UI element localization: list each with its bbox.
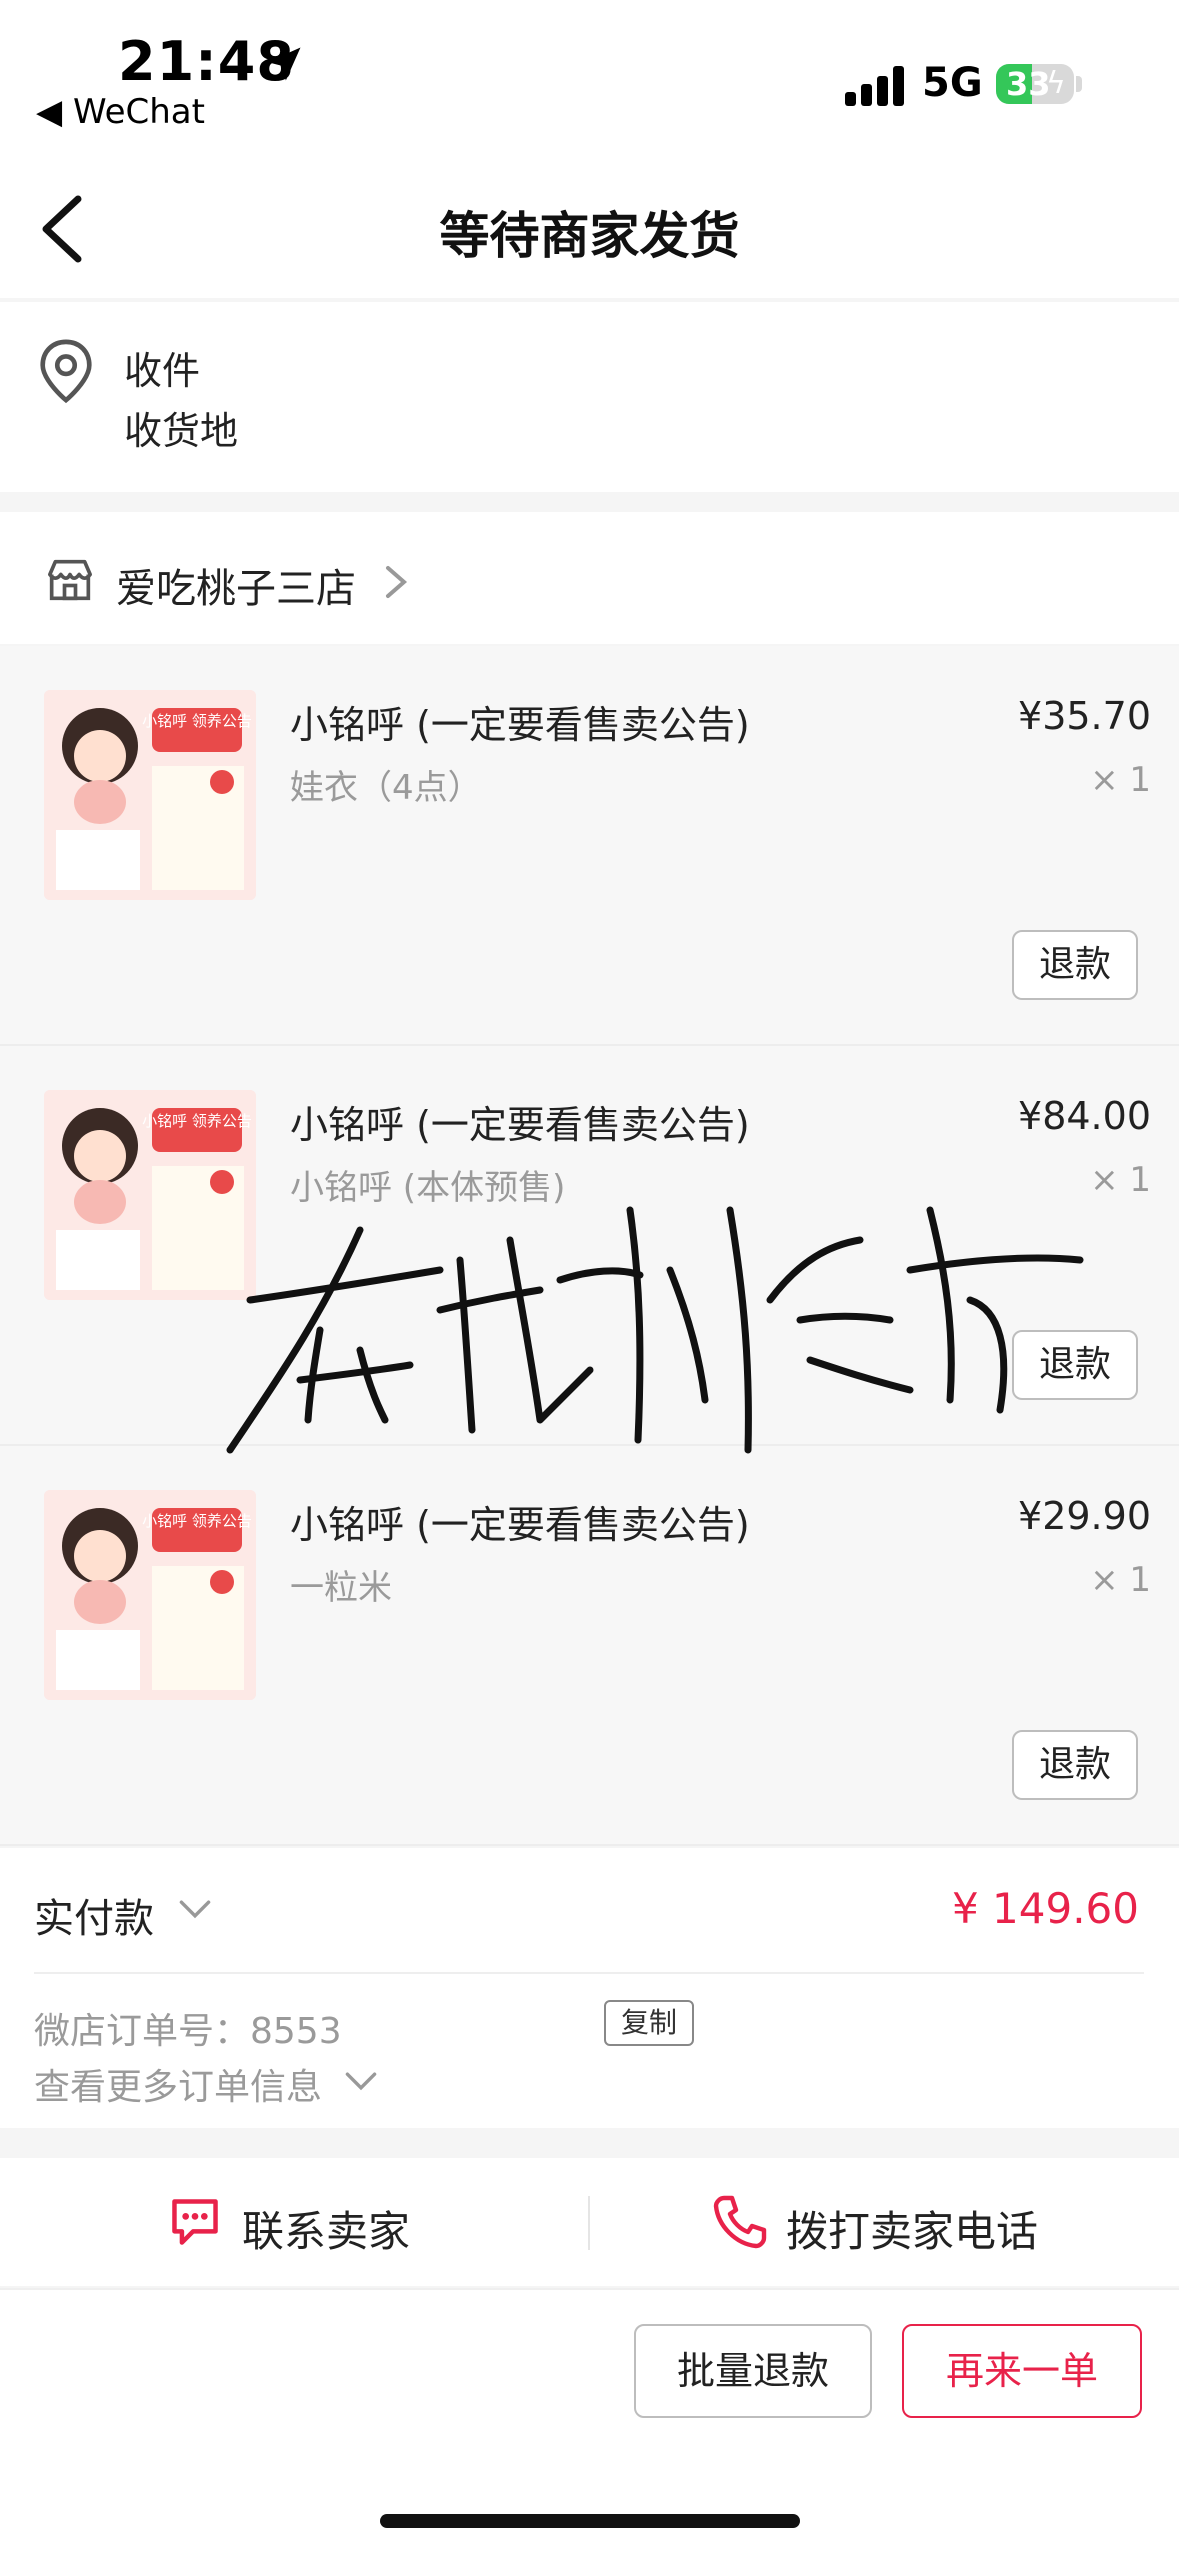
product-image: 小铭呼 领养公告 bbox=[44, 1490, 256, 1700]
product-title: 小铭呼 (一定要看售卖公告) bbox=[290, 1103, 750, 1147]
network-type: 5G bbox=[922, 60, 983, 106]
batch-refund-button[interactable]: 批量退款 bbox=[634, 2324, 872, 2418]
more-order-info-link[interactable]: 查看更多订单信息 bbox=[34, 2058, 322, 2110]
product-variant: 一粒米 bbox=[290, 1568, 392, 1608]
refund-button[interactable]: 退款 bbox=[1012, 930, 1138, 1000]
chevron-down-icon[interactable] bbox=[178, 1898, 212, 1920]
battery-percent: 33 bbox=[1006, 65, 1051, 103]
product-variant: 小铭呼 (本体预售) bbox=[290, 1168, 566, 1208]
store-icon bbox=[48, 559, 92, 601]
map-pin-icon bbox=[40, 339, 92, 404]
chevron-right-icon bbox=[386, 566, 408, 598]
product-image: 小铭呼 领养公告 bbox=[44, 690, 256, 900]
product-quantity: × 1 bbox=[1090, 760, 1151, 800]
cellular-signal-icon bbox=[845, 66, 907, 106]
product-price: ¥29.90 bbox=[1018, 1494, 1151, 1538]
address-card[interactable] bbox=[0, 302, 1179, 492]
chevron-down-icon[interactable] bbox=[344, 2070, 378, 2092]
refund-button[interactable]: 退款 bbox=[1012, 1330, 1138, 1400]
location-arrow-icon bbox=[267, 47, 301, 81]
thumbnail-caption: 小铭呼 领养公告 bbox=[142, 712, 252, 730]
thumbnail-caption: 小铭呼 领养公告 bbox=[142, 1112, 252, 1130]
product-quantity: × 1 bbox=[1090, 1160, 1151, 1200]
product-variant: 娃衣（4点） bbox=[290, 768, 482, 808]
product-title: 小铭呼 (一定要看售卖公告) bbox=[290, 1503, 750, 1547]
paid-amount-label[interactable]: 实付款 bbox=[34, 1886, 154, 1944]
battery-charging-icon: 33 ϟ bbox=[996, 64, 1074, 104]
battery-tip bbox=[1076, 76, 1082, 92]
home-indicator[interactable] bbox=[380, 2514, 800, 2528]
thumbnail-caption: 小铭呼 领养公告 bbox=[142, 1512, 252, 1530]
back-to-app-link[interactable]: ◀ WeChat bbox=[36, 92, 205, 132]
product-thumbnail[interactable]: 小铭呼 领养公告 bbox=[44, 1490, 256, 1700]
divider bbox=[588, 2196, 590, 2250]
call-seller-button[interactable]: 拨打卖家电话 bbox=[786, 2198, 1038, 2259]
product-quantity: × 1 bbox=[1090, 1560, 1151, 1600]
refund-button[interactable]: 退款 bbox=[1012, 1730, 1138, 1800]
divider bbox=[34, 1972, 1144, 1974]
reorder-button[interactable]: 再来一单 bbox=[902, 2324, 1142, 2418]
product-thumbnail[interactable]: 小铭呼 领养公告 bbox=[44, 690, 256, 900]
phone-icon[interactable] bbox=[710, 2192, 770, 2252]
product-image: 小铭呼 领养公告 bbox=[44, 1090, 256, 1300]
shop-name[interactable]: 爱吃桃子三店 bbox=[116, 556, 356, 614]
copy-order-number-button[interactable]: 复制 bbox=[604, 2000, 694, 2046]
back-to-app-label: WeChat bbox=[72, 92, 205, 132]
recipient-address: 收货地 bbox=[124, 409, 239, 453]
contact-seller-button[interactable]: 联系卖家 bbox=[242, 2198, 410, 2259]
product-price: ¥84.00 bbox=[1018, 1094, 1151, 1138]
recipient-name: 收件 bbox=[124, 349, 201, 393]
product-price: ¥35.70 bbox=[1018, 694, 1151, 738]
chat-bubble-icon[interactable] bbox=[166, 2194, 224, 2250]
paid-amount: ¥ 149.60 bbox=[951, 1884, 1139, 1933]
product-title: 小铭呼 (一定要看售卖公告) bbox=[290, 703, 750, 747]
product-thumbnail[interactable]: 小铭呼 领养公告 bbox=[44, 1090, 256, 1300]
page-title: 等待商家发货 bbox=[439, 207, 740, 265]
order-number: 微店订单号：8553 bbox=[34, 2011, 342, 2052]
